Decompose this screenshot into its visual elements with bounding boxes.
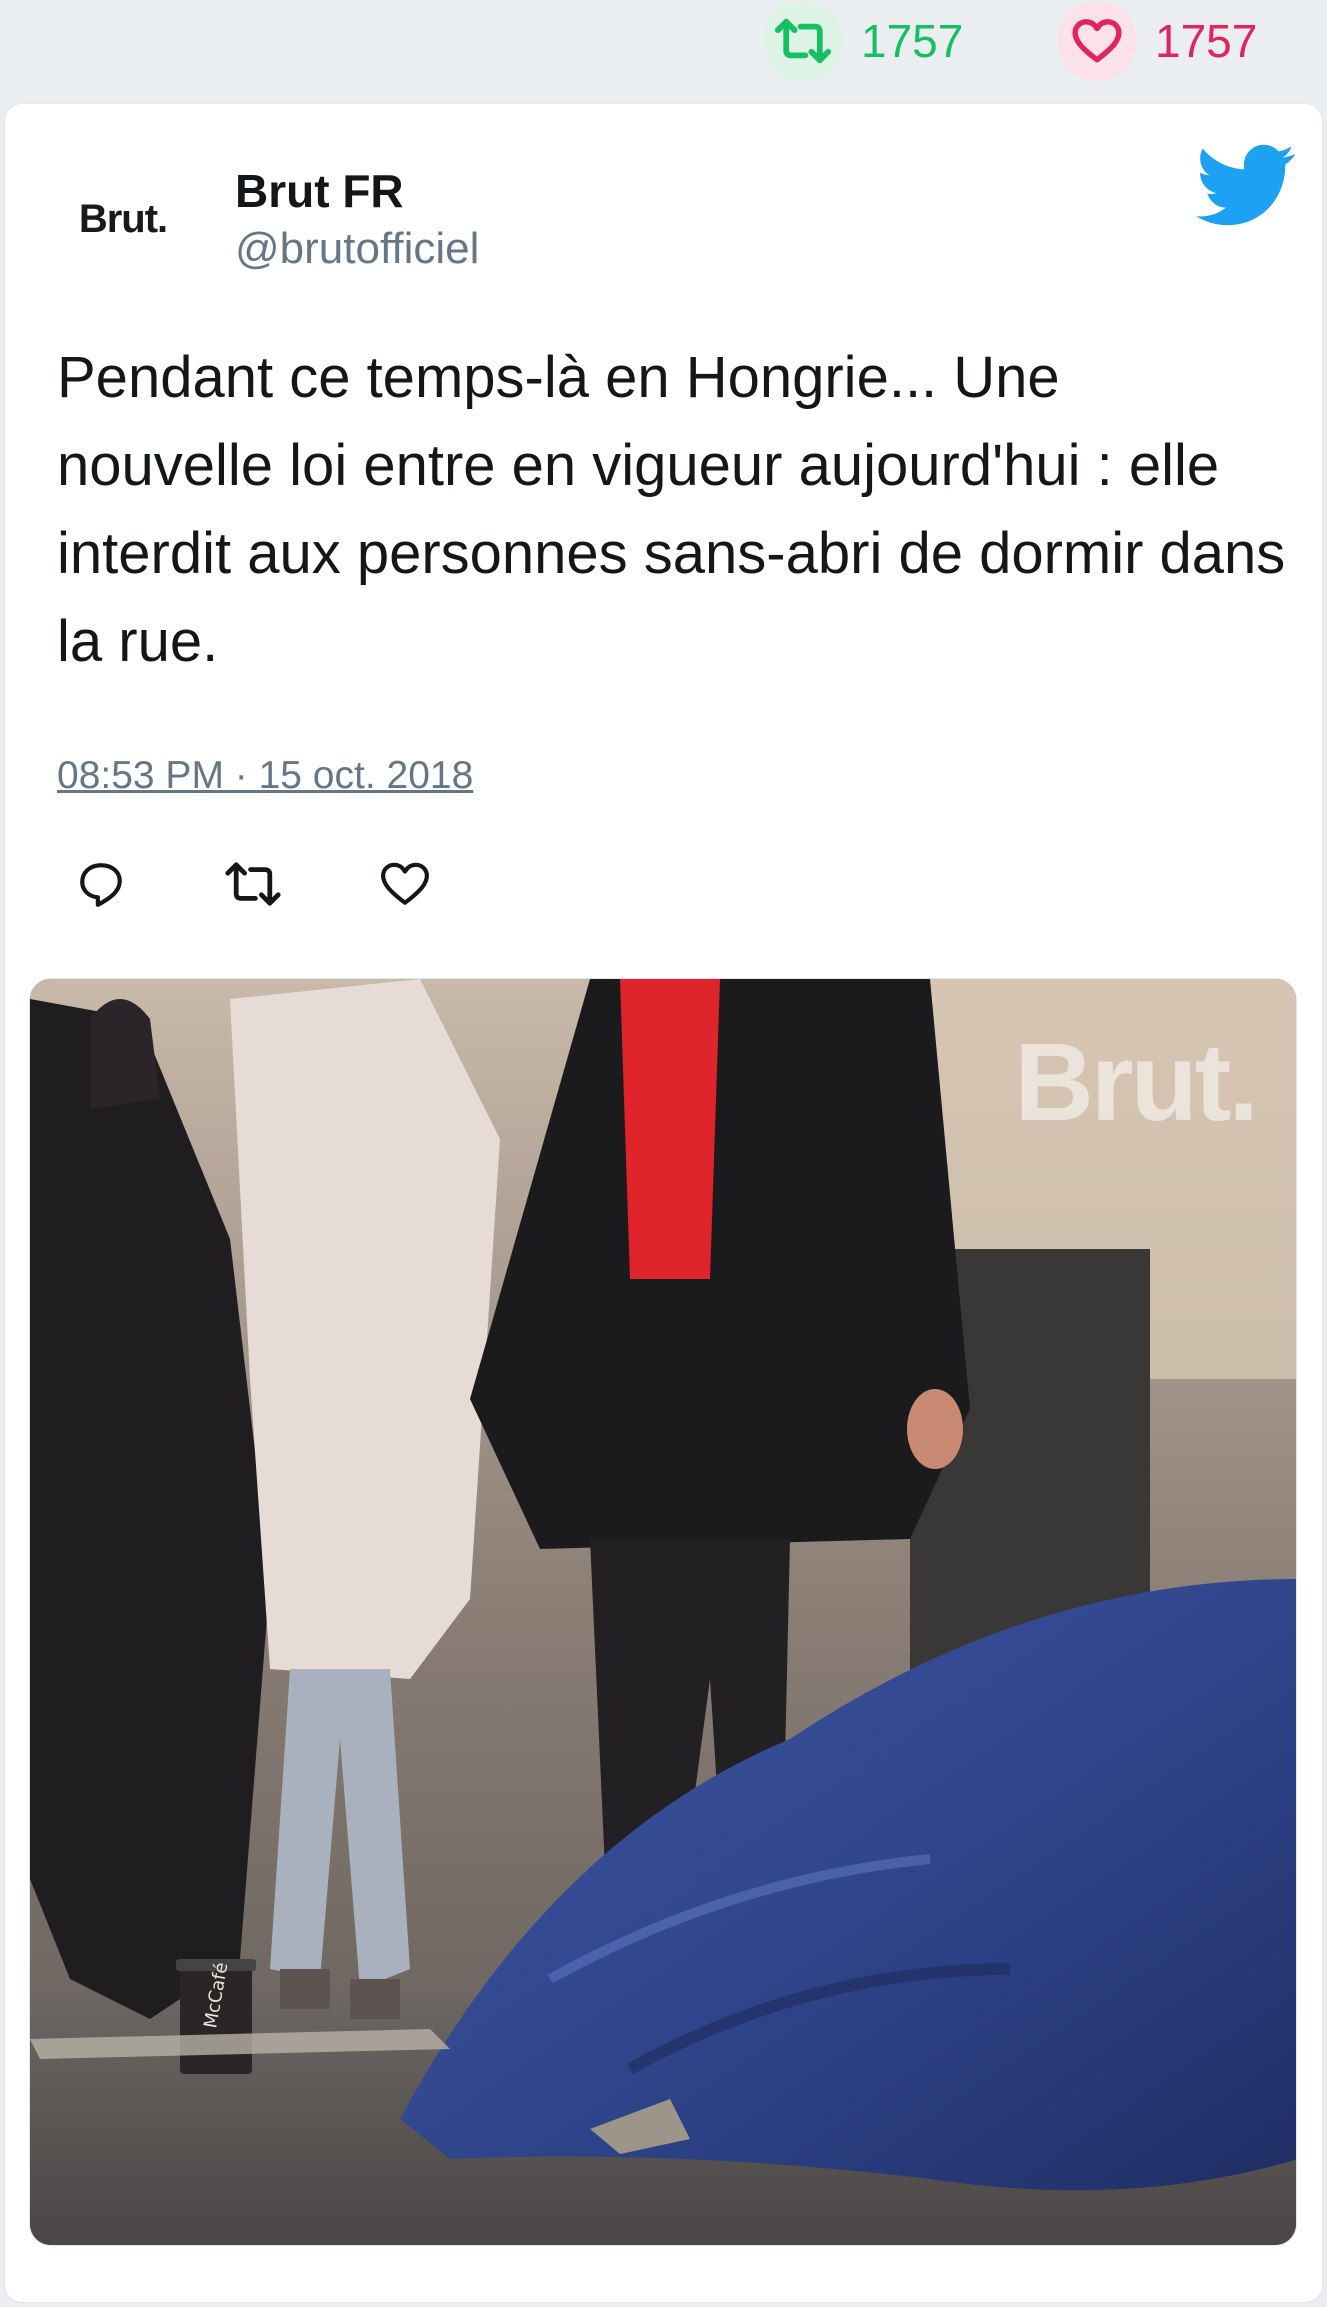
author-handle[interactable]: @brutofficiel: [235, 224, 479, 274]
twitter-bird-icon[interactable]: [1196, 144, 1296, 228]
retweet-icon[interactable]: [763, 1, 843, 81]
tweet-timestamp[interactable]: 08:53 PM · 15 oct. 2018: [57, 754, 473, 798]
avatar[interactable]: Brut.: [53, 149, 193, 289]
reply-icon[interactable]: [69, 852, 133, 916]
retweet-action-icon[interactable]: [221, 852, 285, 916]
brut-watermark: Brut.: [1014, 1021, 1259, 1144]
like-count: 1757: [1155, 15, 1258, 67]
engagement-bar: 1757 1757: [0, 0, 1327, 100]
tweet-actions: [69, 852, 525, 916]
like-stat[interactable]: 1757: [1057, 1, 1258, 81]
retweet-count: 1757: [861, 15, 964, 67]
heart-icon[interactable]: [1057, 1, 1137, 81]
street-scene-photo: McCafé: [30, 979, 1296, 2245]
like-action-icon[interactable]: [373, 852, 437, 916]
author-name[interactable]: Brut FR: [235, 164, 404, 218]
tweet-text: Pendant ce temps-là en Hongrie... Une no…: [57, 345, 1286, 674]
avatar-logo-text: Brut.: [78, 196, 168, 241]
tweet-media-image[interactable]: McCafé Brut.: [29, 978, 1297, 2246]
retweet-stat[interactable]: 1757: [763, 1, 964, 81]
tweet-card: Brut. Brut FR @brutofficiel Pendant ce t…: [4, 103, 1323, 2303]
